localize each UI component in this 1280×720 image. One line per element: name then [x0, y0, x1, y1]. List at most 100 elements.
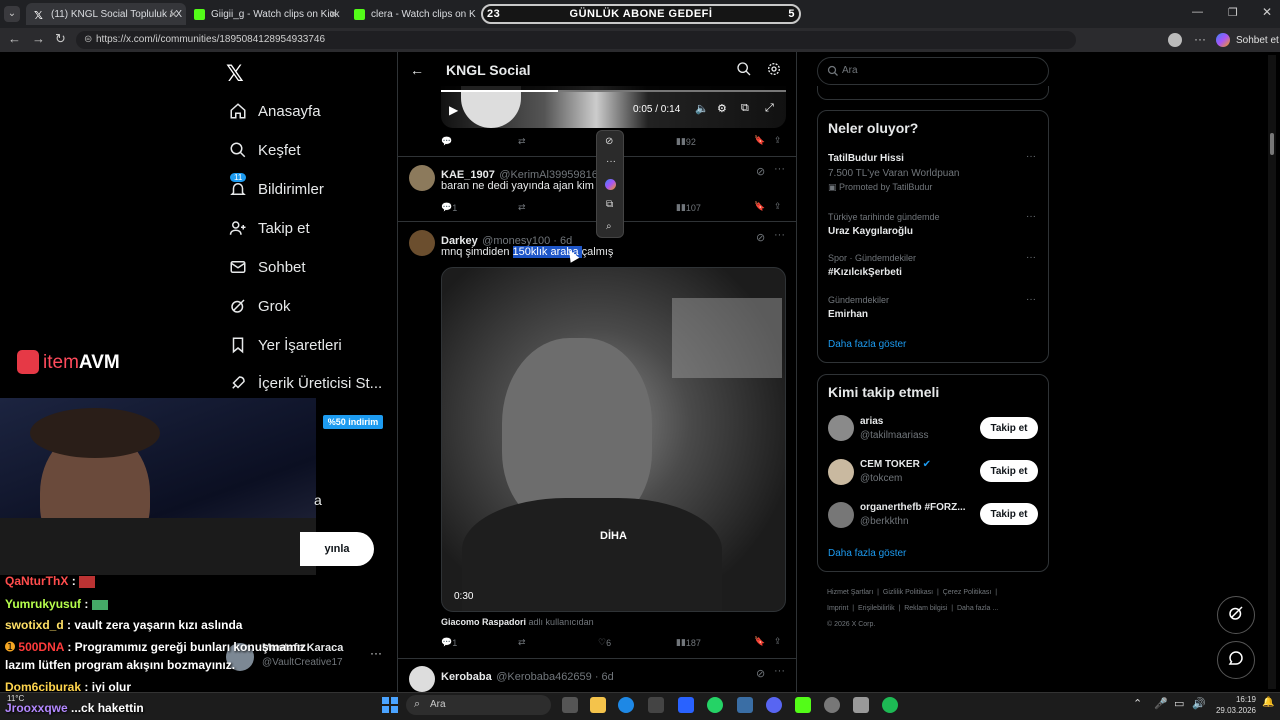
views-stat[interactable]: ▮▮ 187: [676, 637, 701, 648]
volume-icon[interactable]: 🔈: [695, 102, 709, 115]
close-window-icon[interactable]: ✕: [1262, 5, 1272, 19]
x-logo-icon[interactable]: 𝕏: [226, 61, 244, 87]
footer-link[interactable]: Hizmet Şartları: [827, 589, 873, 596]
more-icon[interactable]: ···: [1026, 252, 1036, 263]
trend-item[interactable]: Gündemdekiler Emirhan: [828, 295, 889, 320]
footer-link[interactable]: Reklam bilgisi: [904, 605, 947, 612]
suggested-user[interactable]: CEM TOKER ✔ @tokcem: [860, 459, 931, 484]
reply-icon[interactable]: 💬: [441, 136, 452, 147]
views-stat[interactable]: ▮▮ 92: [676, 136, 696, 147]
more-icon[interactable]: ···: [774, 229, 785, 241]
follow-button[interactable]: Takip et: [980, 460, 1038, 482]
grok-float-button[interactable]: [1217, 596, 1255, 634]
more-icon[interactable]: ···: [774, 665, 785, 677]
share-icon[interactable]: ⇪: [774, 201, 782, 212]
task-view-icon[interactable]: [562, 697, 578, 713]
volume-icon[interactable]: 🔊: [1192, 697, 1206, 710]
footer-link[interactable]: Imprint: [827, 605, 848, 612]
repost-icon[interactable]: ⇄: [518, 202, 526, 213]
more-icon[interactable]: ···: [1026, 211, 1036, 222]
close-tab-icon[interactable]: ✕: [169, 8, 178, 21]
mail-app-icon[interactable]: [678, 697, 694, 713]
search-input[interactable]: Ara: [817, 57, 1049, 85]
obs-icon[interactable]: [824, 697, 840, 713]
maximize-icon[interactable]: ❐: [1228, 6, 1238, 19]
reply-stat[interactable]: 💬 1: [441, 637, 457, 648]
scrollbar-thumb[interactable]: [1270, 133, 1274, 155]
tab-clera[interactable]: clera - Watch clips on Kick: [346, 3, 476, 25]
show-more-link[interactable]: Daha fazla göster: [828, 339, 906, 350]
scrollbar[interactable]: [1268, 55, 1276, 689]
avatar[interactable]: [409, 165, 435, 191]
reply-stat[interactable]: 💬 1: [441, 202, 457, 213]
copilot-icon[interactable]: [1216, 33, 1230, 47]
settings-icon[interactable]: [853, 697, 869, 713]
avatar[interactable]: [409, 666, 435, 692]
avatar[interactable]: [409, 230, 435, 256]
nav-creator-studio[interactable]: İçerik Üreticisi St...: [228, 371, 382, 395]
bookmark-icon[interactable]: 🔖: [754, 201, 765, 212]
suggested-user[interactable]: organerthefb #FORZ... @berkkthn: [860, 502, 966, 527]
avatar[interactable]: [828, 459, 854, 485]
nav-explore[interactable]: Keşfet: [228, 138, 301, 162]
repost-icon[interactable]: ⇄: [518, 136, 526, 147]
clock[interactable]: 16:19 29.03.2026: [1212, 694, 1256, 716]
tab-giigii[interactable]: Giigii_g - Watch clips on Kick ✕: [186, 3, 346, 25]
spotify-icon[interactable]: [882, 697, 898, 713]
bookmark-icon[interactable]: 🔖: [754, 135, 765, 146]
like-stat[interactable]: ♡ 6: [598, 637, 611, 648]
edge-icon[interactable]: [618, 697, 634, 713]
copy-icon[interactable]: ⧉: [606, 199, 613, 210]
nav-home[interactable]: Anasayfa: [228, 99, 321, 123]
address-bar[interactable]: ⊜ https://x.com/i/communities/1895084128…: [76, 31, 1076, 49]
grok-icon[interactable]: ⊘: [756, 231, 765, 244]
video-player[interactable]: ▶ 0:05 / 0:14 🔈 ⚙ ⧉ ⤢: [441, 86, 786, 128]
taskbar-search[interactable]: ⌕ Ara: [406, 695, 551, 715]
close-tab-icon[interactable]: ✕: [329, 8, 338, 21]
file-explorer-icon[interactable]: [590, 697, 606, 713]
kick-app-icon[interactable]: [795, 697, 811, 713]
pip-icon[interactable]: ⧉: [741, 102, 749, 115]
grok-icon[interactable]: ⊘: [756, 667, 765, 680]
show-more-link[interactable]: Daha fazla göster: [828, 548, 906, 559]
repost-icon[interactable]: ⇄: [518, 637, 526, 648]
avatar[interactable]: [828, 415, 854, 441]
more-icon[interactable]: ···: [606, 156, 616, 167]
more-icon[interactable]: ···: [774, 163, 785, 175]
search-icon[interactable]: [736, 61, 752, 82]
post-video[interactable]: DİHA 0:30: [441, 267, 786, 612]
site-info-icon[interactable]: ⊜: [84, 34, 92, 45]
footer-link[interactable]: Çerez Politikası: [943, 589, 992, 596]
trend-item[interactable]: Türkiye tarihinde gündemde Uraz Kaygılar…: [828, 212, 940, 237]
video-progress[interactable]: [441, 90, 786, 92]
post-author[interactable]: Kerobaba: [441, 671, 492, 683]
trend-item[interactable]: TatilBudur Hissi 7.500 TL'ye Varan World…: [828, 153, 959, 193]
bookmark-icon[interactable]: 🔖: [754, 636, 765, 647]
whatsapp-icon[interactable]: [707, 697, 723, 713]
discord-icon[interactable]: [766, 697, 782, 713]
hide-icon[interactable]: ⊘: [605, 136, 613, 147]
tab-knglsocial[interactable]: 𝕏 (11) KNGL Social Topluluk / X ✕: [26, 3, 186, 25]
copilot-icon[interactable]: [605, 179, 616, 190]
nav-bookmarks[interactable]: Yer İşaretleri: [228, 333, 342, 357]
nav-grok[interactable]: Grok: [228, 294, 291, 318]
post-handle[interactable]: @Kerobaba462659 · 6d: [496, 671, 614, 683]
forward-icon[interactable]: →: [32, 31, 45, 46]
messages-float-button[interactable]: [1217, 641, 1255, 679]
post-button[interactable]: yınla: [300, 532, 374, 566]
views-stat[interactable]: ▮▮ 107: [676, 202, 701, 213]
app-icon[interactable]: [737, 697, 753, 713]
trend-item[interactable]: Spor · Gündemdekiler #KızılcıkŞerbeti: [828, 253, 916, 278]
tab-list-icon[interactable]: ⌄: [4, 6, 20, 22]
account-menu-icon[interactable]: ···: [370, 646, 382, 660]
store-icon[interactable]: [648, 697, 664, 713]
nav-notifications[interactable]: 11 Bildirimler: [228, 173, 324, 201]
share-icon[interactable]: ⇪: [774, 135, 782, 146]
footer-link[interactable]: Erişilebilirlik: [858, 605, 895, 612]
fullscreen-icon[interactable]: ⤢: [765, 102, 774, 115]
minimize-icon[interactable]: —: [1192, 6, 1203, 18]
follow-button[interactable]: Takip et: [980, 503, 1038, 525]
footer-link[interactable]: Gizlilik Politikası: [883, 589, 933, 596]
back-icon[interactable]: ←: [8, 31, 21, 46]
tray-expand-icon[interactable]: ⌃: [1133, 697, 1142, 710]
